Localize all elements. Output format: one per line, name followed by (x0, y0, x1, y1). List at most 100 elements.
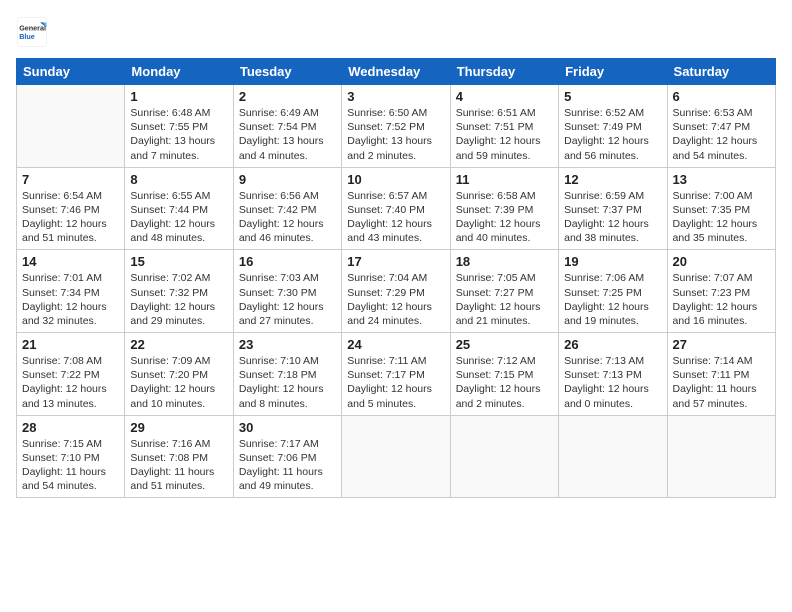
day-number: 2 (239, 89, 336, 104)
cell-line: Daylight: 12 hours (130, 300, 227, 314)
cell-line: Sunrise: 6:52 AM (564, 106, 661, 120)
cell-line: Sunrise: 6:57 AM (347, 189, 444, 203)
calendar-cell (559, 415, 667, 498)
day-number: 15 (130, 254, 227, 269)
calendar-cell: 27Sunrise: 7:14 AMSunset: 7:11 PMDayligh… (667, 333, 775, 416)
cell-line: Daylight: 11 hours (130, 465, 227, 479)
day-number: 9 (239, 172, 336, 187)
cell-line: Sunrise: 6:51 AM (456, 106, 553, 120)
cell-line: Sunrise: 7:13 AM (564, 354, 661, 368)
cell-line: Sunset: 7:15 PM (456, 368, 553, 382)
cell-line: and 24 minutes. (347, 314, 444, 328)
cell-line: and 10 minutes. (130, 397, 227, 411)
page-container: General Blue SundayMondayTuesdayWednesda… (0, 0, 792, 612)
calendar-cell: 3Sunrise: 6:50 AMSunset: 7:52 PMDaylight… (342, 85, 450, 168)
cell-line: Sunset: 7:37 PM (564, 203, 661, 217)
cell-line: and 54 minutes. (22, 479, 119, 493)
svg-text:General: General (19, 23, 46, 32)
weekday-header-friday: Friday (559, 59, 667, 85)
day-number: 20 (673, 254, 770, 269)
day-number: 12 (564, 172, 661, 187)
cell-line: Sunset: 7:54 PM (239, 120, 336, 134)
cell-line: and 16 minutes. (673, 314, 770, 328)
cell-line: Daylight: 13 hours (130, 134, 227, 148)
cell-line: Sunset: 7:27 PM (456, 286, 553, 300)
cell-line: and 5 minutes. (347, 397, 444, 411)
cell-line: and 40 minutes. (456, 231, 553, 245)
cell-line: and 35 minutes. (673, 231, 770, 245)
cell-line: Daylight: 11 hours (239, 465, 336, 479)
cell-line: Daylight: 11 hours (673, 382, 770, 396)
cell-line: and 27 minutes. (239, 314, 336, 328)
cell-line: Sunrise: 7:17 AM (239, 437, 336, 451)
calendar-cell: 10Sunrise: 6:57 AMSunset: 7:40 PMDayligh… (342, 167, 450, 250)
cell-line: Daylight: 12 hours (130, 217, 227, 231)
cell-line: and 43 minutes. (347, 231, 444, 245)
cell-line: Sunset: 7:10 PM (22, 451, 119, 465)
cell-line: Sunset: 7:46 PM (22, 203, 119, 217)
calendar-cell: 11Sunrise: 6:58 AMSunset: 7:39 PMDayligh… (450, 167, 558, 250)
cell-line: Sunrise: 6:55 AM (130, 189, 227, 203)
cell-line: Sunrise: 7:10 AM (239, 354, 336, 368)
calendar-cell: 13Sunrise: 7:00 AMSunset: 7:35 PMDayligh… (667, 167, 775, 250)
calendar-week-row-1: 1Sunrise: 6:48 AMSunset: 7:55 PMDaylight… (17, 85, 776, 168)
day-number: 28 (22, 420, 119, 435)
day-number: 1 (130, 89, 227, 104)
cell-line: Daylight: 12 hours (564, 134, 661, 148)
cell-line: and 51 minutes. (130, 479, 227, 493)
cell-line: Sunset: 7:49 PM (564, 120, 661, 134)
calendar-cell: 6Sunrise: 6:53 AMSunset: 7:47 PMDaylight… (667, 85, 775, 168)
cell-line: Daylight: 12 hours (456, 134, 553, 148)
cell-line: and 0 minutes. (564, 397, 661, 411)
day-number: 7 (22, 172, 119, 187)
calendar-cell: 24Sunrise: 7:11 AMSunset: 7:17 PMDayligh… (342, 333, 450, 416)
calendar-cell: 16Sunrise: 7:03 AMSunset: 7:30 PMDayligh… (233, 250, 341, 333)
cell-line: Sunset: 7:40 PM (347, 203, 444, 217)
day-number: 6 (673, 89, 770, 104)
day-number: 29 (130, 420, 227, 435)
calendar-cell (667, 415, 775, 498)
cell-line: Sunset: 7:39 PM (456, 203, 553, 217)
cell-line: and 2 minutes. (347, 149, 444, 163)
cell-line: Sunset: 7:44 PM (130, 203, 227, 217)
calendar-cell: 2Sunrise: 6:49 AMSunset: 7:54 PMDaylight… (233, 85, 341, 168)
cell-line: and 32 minutes. (22, 314, 119, 328)
cell-line: Sunrise: 7:15 AM (22, 437, 119, 451)
cell-line: Daylight: 11 hours (22, 465, 119, 479)
cell-line: Daylight: 12 hours (239, 382, 336, 396)
calendar-cell (450, 415, 558, 498)
cell-line: Sunset: 7:29 PM (347, 286, 444, 300)
day-number: 13 (673, 172, 770, 187)
weekday-header-row: SundayMondayTuesdayWednesdayThursdayFrid… (17, 59, 776, 85)
day-number: 24 (347, 337, 444, 352)
header: General Blue (16, 16, 776, 48)
calendar-cell: 23Sunrise: 7:10 AMSunset: 7:18 PMDayligh… (233, 333, 341, 416)
cell-line: Daylight: 12 hours (347, 300, 444, 314)
cell-line: and 7 minutes. (130, 149, 227, 163)
cell-line: Sunrise: 7:11 AM (347, 354, 444, 368)
cell-line: and 4 minutes. (239, 149, 336, 163)
cell-line: Sunset: 7:51 PM (456, 120, 553, 134)
cell-line: Sunset: 7:25 PM (564, 286, 661, 300)
cell-line: Daylight: 12 hours (456, 382, 553, 396)
calendar-cell: 14Sunrise: 7:01 AMSunset: 7:34 PMDayligh… (17, 250, 125, 333)
calendar-cell: 15Sunrise: 7:02 AMSunset: 7:32 PMDayligh… (125, 250, 233, 333)
calendar-cell (17, 85, 125, 168)
weekday-header-saturday: Saturday (667, 59, 775, 85)
cell-line: Sunset: 7:11 PM (673, 368, 770, 382)
cell-line: and 2 minutes. (456, 397, 553, 411)
calendar-cell: 18Sunrise: 7:05 AMSunset: 7:27 PMDayligh… (450, 250, 558, 333)
calendar-cell: 8Sunrise: 6:55 AMSunset: 7:44 PMDaylight… (125, 167, 233, 250)
calendar-cell: 25Sunrise: 7:12 AMSunset: 7:15 PMDayligh… (450, 333, 558, 416)
weekday-header-sunday: Sunday (17, 59, 125, 85)
cell-line: and 59 minutes. (456, 149, 553, 163)
cell-line: Sunrise: 6:56 AM (239, 189, 336, 203)
cell-line: Daylight: 12 hours (239, 300, 336, 314)
day-number: 11 (456, 172, 553, 187)
cell-line: Sunset: 7:35 PM (673, 203, 770, 217)
cell-line: Daylight: 12 hours (564, 382, 661, 396)
cell-line: and 49 minutes. (239, 479, 336, 493)
day-number: 21 (22, 337, 119, 352)
cell-line: and 48 minutes. (130, 231, 227, 245)
day-number: 27 (673, 337, 770, 352)
